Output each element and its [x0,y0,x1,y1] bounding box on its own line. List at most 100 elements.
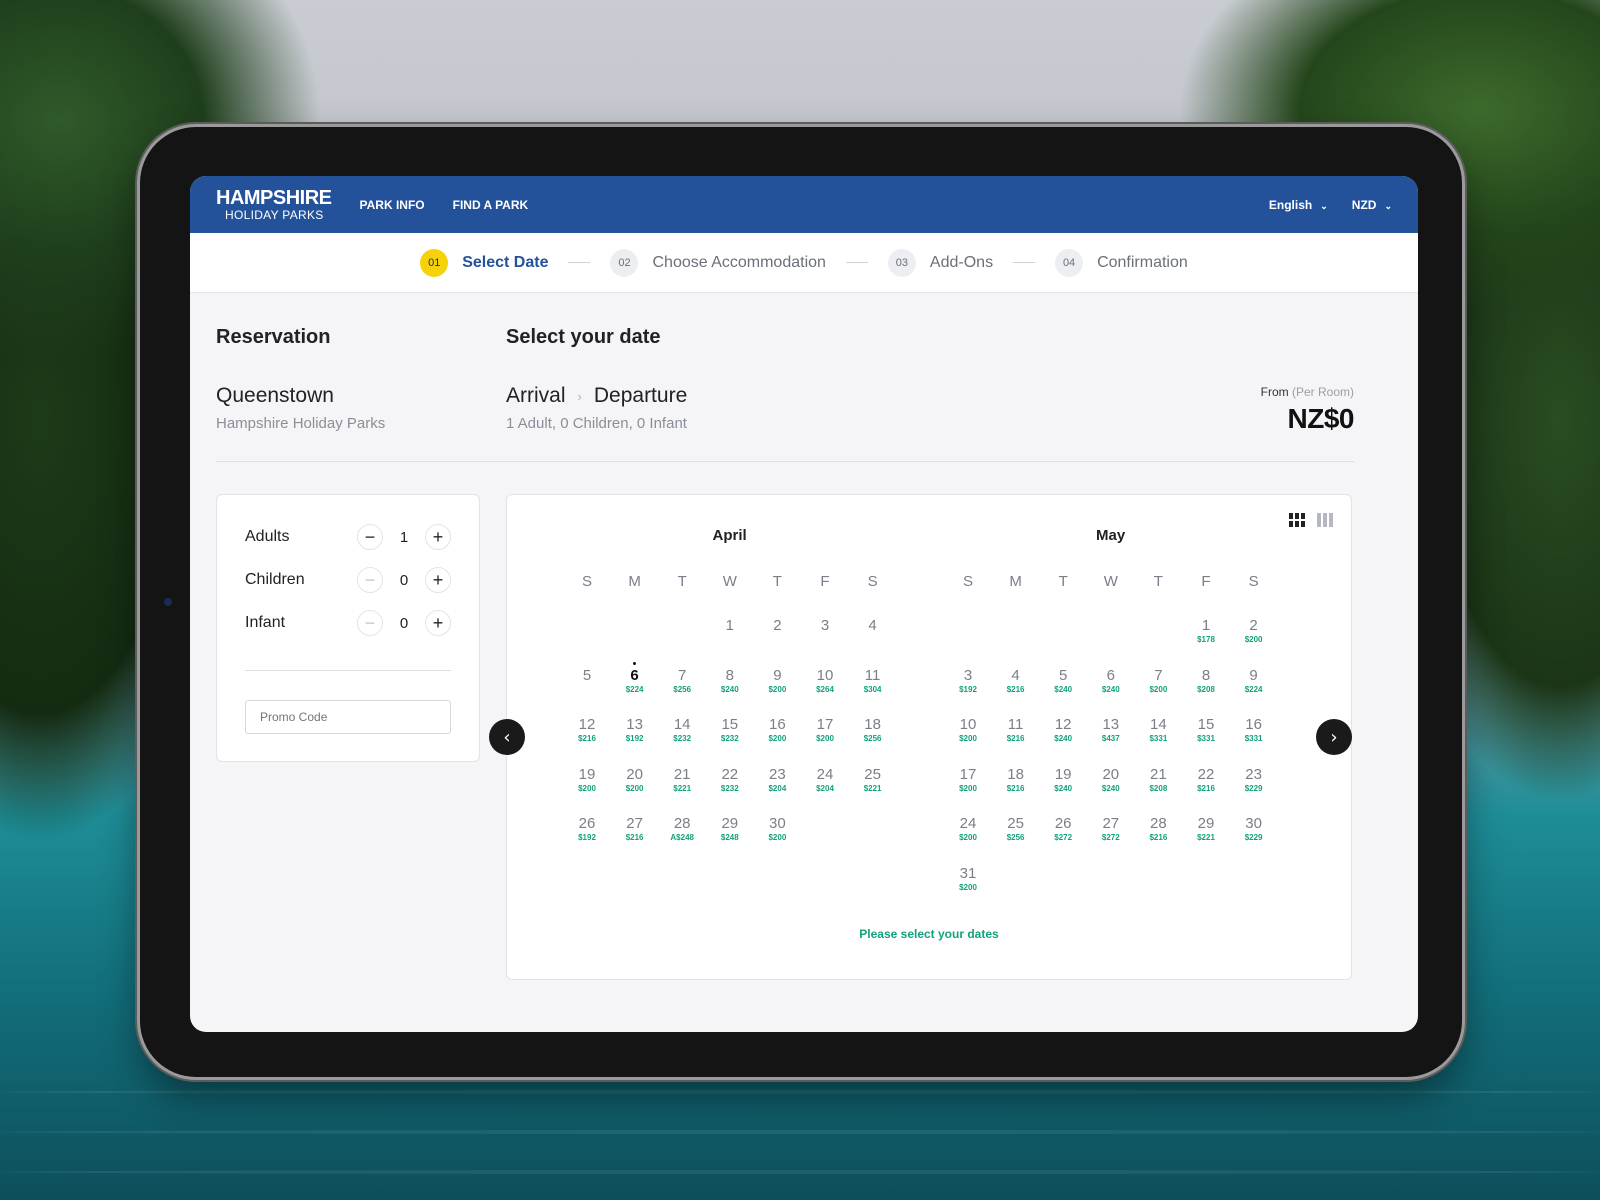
day-price: $192 [959,684,977,694]
calendar-day[interactable]: 21 $221 [658,766,706,794]
day-number: 7 [678,666,687,684]
calendar-day[interactable]: 16 $331 [1230,717,1278,744]
day-number: 20 [1102,765,1120,783]
calendar-day[interactable]: 30 $200 [753,816,801,843]
day-number: 12 [1054,716,1072,733]
calendar-day[interactable]: 3 [801,618,849,634]
calendar-day[interactable]: 25 $221 [849,766,897,794]
calendar-day[interactable]: 20 $200 [611,765,659,794]
calendar-day[interactable]: 15 $232 [706,717,754,744]
calendar-day[interactable]: 17 $200 [944,766,992,794]
calendar-day[interactable]: 26 $272 [1039,816,1087,843]
day-price: $240 [1054,684,1073,694]
calendar-day[interactable]: 24 $200 [944,816,992,843]
calendar-day[interactable]: 14 $232 [658,717,706,744]
currency-select[interactable]: NZD ⌄ [1352,198,1392,212]
calendar-day[interactable]: 20 $240 [1087,765,1135,794]
calendar-day[interactable]: 31 $200 [944,865,992,893]
chevron-right-icon: › [577,388,582,404]
calendar-day[interactable]: 9 $224 [1230,667,1278,695]
day-price: $200 [959,734,977,743]
day-price: $216 [1006,734,1025,743]
calendar-day[interactable]: 27 $216 [611,816,659,843]
adults-decrement-button[interactable]: − [357,524,383,550]
day-price: $224 [625,684,644,694]
day-number: 3 [963,666,973,684]
calendar-day[interactable]: 10 $264 [801,667,849,695]
step-choose-accommodation[interactable]: 02 Choose Accommodation [610,248,826,277]
next-month-button[interactable]: › [1316,719,1352,755]
calendar-day[interactable]: 14 $331 [1134,717,1182,744]
calendar-day[interactable]: 11 $216 [992,717,1040,744]
calendar-day[interactable]: 19 $200 [563,766,611,794]
calendar-day[interactable]: 4 [849,618,897,634]
calendar-day[interactable]: 7 $256 [658,666,706,695]
calendar-day[interactable]: 13 $437 [1087,717,1135,744]
calendar-day[interactable]: 21 $208 [1134,766,1182,794]
calendar-day[interactable]: 8 $208 [1182,667,1230,695]
calendar-day[interactable]: 17 $200 [801,717,849,744]
calendar-day[interactable]: 29 $221 [1182,816,1230,843]
calendar-day[interactable]: 22 $232 [706,766,754,794]
calendar-day[interactable]: 23 $204 [753,766,801,794]
calendar-day[interactable]: 18 $216 [992,766,1040,794]
adults-increment-button[interactable]: + [425,524,451,550]
calendar-day[interactable]: 26 $192 [563,816,611,843]
list-view-icon[interactable] [1317,513,1333,527]
calendar-day[interactable]: 1 $178 [1182,618,1230,645]
calendar-day[interactable]: 5 [563,666,611,684]
language-select[interactable]: English ⌄ [1269,198,1328,212]
calendar-day[interactable]: 28 $216 [1134,816,1182,843]
step-select-date[interactable]: 01 Select Date [420,248,548,277]
calendar-day[interactable]: 6 $224 [611,667,659,695]
calendar-day[interactable]: 29 $248 [706,816,754,843]
infant-increment-button[interactable]: + [425,610,451,636]
calendar-day[interactable]: 22 $216 [1182,766,1230,794]
calendar-day[interactable]: 30 $229 [1230,816,1278,843]
calendar-day[interactable]: 13 $192 [611,717,659,744]
children-increment-button[interactable]: + [425,567,451,593]
calendar-day[interactable]: 7 $200 [1134,667,1182,695]
day-price: $232 [720,783,739,793]
calendar-day[interactable]: 25 $256 [992,816,1040,843]
previous-month-button[interactable]: ‹ [489,719,525,755]
day-price: $256 [673,684,692,694]
calendar-day[interactable]: 9 $200 [753,667,801,695]
calendar-day[interactable]: 8 $240 [706,666,754,695]
calendar-day[interactable]: 5 $240 [1039,667,1087,695]
step-confirmation[interactable]: 04 Confirmation [1055,248,1188,277]
brand-logo[interactable]: HAMPSHIRE HOLIDAY PARKS [216,188,332,221]
calendar-day[interactable]: 12 $240 [1039,717,1087,744]
weekday-label: T [772,573,782,590]
calendar-day[interactable]: 12 $216 [563,717,611,744]
calendar-day[interactable]: 27 $272 [1087,816,1135,843]
day-number: 8 [725,666,734,684]
calendar-day[interactable]: 23 $229 [1230,766,1278,794]
calendar-day[interactable]: 19 $240 [1039,766,1087,794]
day-number: 5 [582,666,592,684]
calendar-day[interactable]: 3 $192 [944,666,992,695]
grid-view-icon[interactable] [1289,513,1305,527]
calendar-day[interactable]: 1 [706,618,754,634]
calendar-day[interactable]: 18 $256 [849,717,897,744]
day-price: $216 [625,833,644,842]
calendar-day[interactable]: 10 $200 [944,717,992,744]
nav-park-info[interactable]: PARK INFO [360,198,425,212]
calendar-day[interactable]: 16 $200 [753,717,801,744]
day-price: $216 [1006,684,1025,694]
nav-find-a-park[interactable]: FIND A PARK [453,198,529,212]
calendar-day[interactable]: 28 A$248 [658,816,706,843]
infant-decrement-button[interactable]: − [357,610,383,636]
calendar-day[interactable]: 6 $240 [1087,667,1135,695]
calendar-day[interactable]: 11 $304 [849,667,897,695]
calendar-day[interactable]: 4 $216 [992,667,1040,695]
day-number: 20 [626,765,643,783]
calendar-day[interactable]: 24 $204 [801,766,849,794]
calendar-day[interactable]: 2 $200 [1230,618,1278,645]
children-decrement-button[interactable]: − [357,567,383,593]
promo-code-input[interactable] [245,700,451,734]
arrival-departure[interactable]: Arrival › Departure [506,384,687,408]
calendar-day[interactable]: 2 [753,618,801,634]
step-add-ons[interactable]: 03 Add-Ons [887,248,993,277]
calendar-day[interactable]: 15 $331 [1182,717,1230,744]
